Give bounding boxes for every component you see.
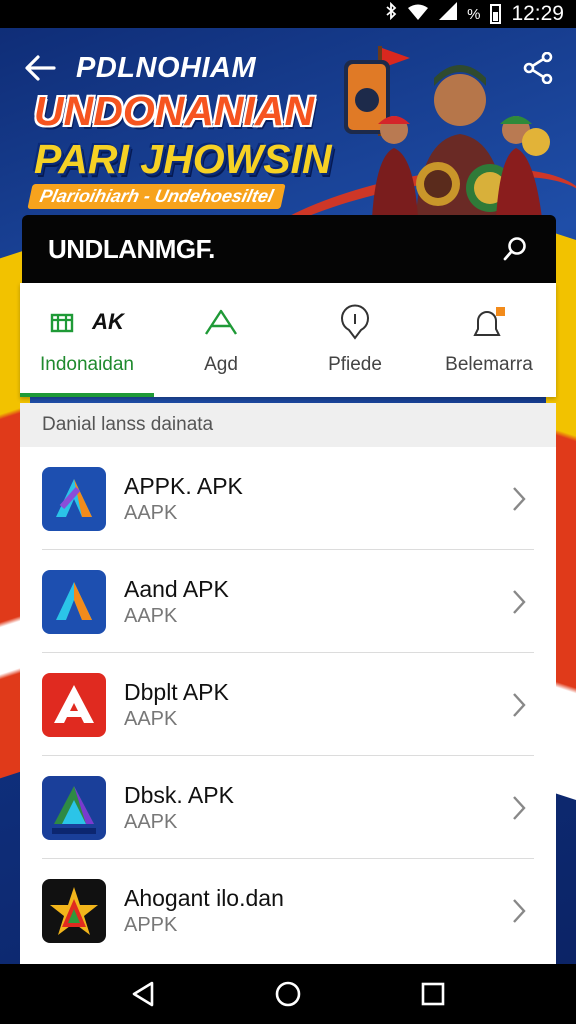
tab-belemarra[interactable]: Belemarra xyxy=(422,283,556,397)
app-name: Dbplt APK xyxy=(124,679,229,705)
hero-title-line1: UNDONANIAN xyxy=(34,88,315,134)
store-icon xyxy=(50,313,74,333)
triangle-icon xyxy=(204,309,238,335)
nav-recents-button[interactable] xyxy=(409,970,457,1018)
search-icon xyxy=(503,237,526,261)
tab-badge-text: AK xyxy=(92,309,124,334)
tab-label: Indonaidan xyxy=(39,354,135,375)
app-list-panel: Danial lanss dainata APPK. APK AAPK Aand… xyxy=(20,403,556,983)
list-item[interactable]: Ahogant ilo.dan APPK xyxy=(20,859,556,962)
chevron-right-icon xyxy=(504,795,534,821)
list-header: Danial lanss dainata xyxy=(20,403,556,447)
tab-label: Agd xyxy=(204,354,238,375)
nav-back-button[interactable] xyxy=(119,970,167,1018)
app-name: Ahogant ilo.dan xyxy=(124,885,284,911)
app-toolbar: UNDLANMGF. xyxy=(22,215,556,283)
system-nav-bar xyxy=(0,964,576,1024)
list-item[interactable]: APPK. APK AAPK xyxy=(20,447,556,550)
app-subtitle: AAPK xyxy=(124,502,178,524)
hero-subtitle: PDLNOHIAM xyxy=(76,52,257,84)
pin-icon xyxy=(341,304,369,340)
back-button[interactable] xyxy=(20,50,60,86)
square-recents-icon xyxy=(422,982,445,1006)
tab-label: Belemarra xyxy=(445,354,533,375)
gradient-a-app-icon xyxy=(42,775,106,840)
app-name: Aand APK xyxy=(124,576,229,602)
tab-indonaidan[interactable]: AK Indonaidan xyxy=(20,283,154,397)
signal-icon xyxy=(439,2,458,26)
share-icon xyxy=(523,52,553,84)
percent-glyph: % xyxy=(467,5,481,23)
list-item[interactable]: Dbplt APK AAPK xyxy=(20,653,556,756)
toolbar-title: UNDLANMGF. xyxy=(48,233,215,264)
app-name: APPK. APK xyxy=(124,473,243,499)
tab-label: Pfiede xyxy=(328,354,382,375)
red-a-app-icon xyxy=(42,672,106,737)
blue-orange-a-app-icon xyxy=(42,569,106,634)
app-name: Dbsk. APK xyxy=(124,782,234,808)
app-subtitle: AAPK xyxy=(124,811,178,833)
tab-agd[interactable]: Agd xyxy=(154,283,288,397)
triangle-back-icon xyxy=(132,981,153,1007)
bell-icon xyxy=(473,307,505,336)
app-subtitle: APPK xyxy=(124,914,178,936)
hero-tagline: Plarioihiarh - Undehoesiltel xyxy=(27,184,286,209)
tab-pfiede[interactable]: Pfiede xyxy=(288,283,422,397)
app-subtitle: AAPK xyxy=(124,708,178,730)
hero-title-line2: PARI JHOWSIN xyxy=(34,136,332,182)
circle-home-icon xyxy=(275,981,301,1007)
share-button[interactable] xyxy=(518,50,558,86)
search-button[interactable] xyxy=(498,232,532,266)
nav-home-button[interactable] xyxy=(264,970,312,1018)
list-item[interactable]: Aand APK AAPK xyxy=(20,550,556,653)
app-subtitle: AAPK xyxy=(124,605,178,627)
clock: 12:29 xyxy=(511,2,564,25)
battery-icon xyxy=(490,4,502,24)
chevron-right-icon xyxy=(504,589,534,615)
hero-people-illustration xyxy=(344,46,550,218)
star-app-icon xyxy=(42,878,106,943)
wifi-icon xyxy=(407,3,429,26)
status-bar: % 12:29 xyxy=(0,0,576,28)
blue-a-app-icon xyxy=(42,466,106,531)
chevron-right-icon xyxy=(504,692,534,718)
hero-banner: PDLNOHIAM UNDONANIAN PARI JHOWSIN Plario… xyxy=(0,28,576,335)
category-tabs: AK Indonaidan Agd Pfiede Belemarra xyxy=(20,283,556,397)
chevron-right-icon xyxy=(504,898,534,924)
back-arrow-icon xyxy=(25,55,56,81)
list-item[interactable]: Dbsk. APK AAPK xyxy=(20,756,556,859)
chevron-right-icon xyxy=(504,486,534,512)
bluetooth-icon xyxy=(385,1,397,26)
